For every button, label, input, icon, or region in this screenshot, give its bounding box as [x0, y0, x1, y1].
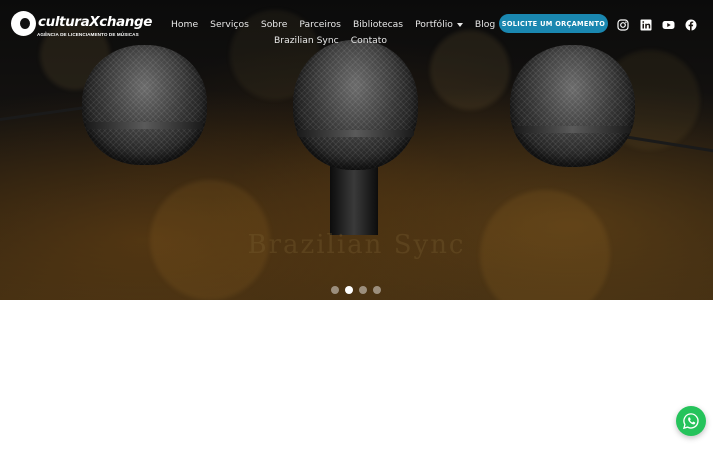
nav-item-home[interactable]: Home [165, 19, 204, 30]
hero-title: Brazilian Sync [247, 230, 466, 260]
nav-row: Brazilian Sync Contato [165, 32, 485, 49]
logo-text: culturaXchange [38, 14, 153, 30]
nav-item-portfolio-label: Portfólio [415, 19, 453, 30]
slider-dot-3[interactable] [359, 286, 367, 294]
nav-item-contato[interactable]: Contato [345, 35, 393, 46]
nav-item-parceiros[interactable]: Parceiros [293, 19, 347, 30]
nav-item-portfolio[interactable]: Portfólio [409, 19, 469, 30]
whatsapp-icon [682, 413, 699, 430]
nav-row: Home Serviços Sobre Parceiros Biblioteca… [165, 16, 495, 33]
request-quote-button[interactable]: SOLICITE UM ORÇAMENTO [499, 14, 608, 33]
logo-tagline: AGÊNCIA DE LICENCIAMENTO DE MÚSICAS [37, 32, 139, 37]
chevron-down-icon [456, 22, 463, 27]
facebook-icon[interactable] [685, 16, 697, 31]
logo-mark-icon [11, 11, 36, 36]
logo[interactable]: culturaXchange AGÊNCIA DE LICENCIAMENTO … [11, 11, 152, 39]
nav-item-servicos[interactable]: Serviços [204, 19, 255, 30]
nav-item-bibliotecas[interactable]: Bibliotecas [347, 19, 409, 30]
slider-dot-2[interactable] [345, 286, 353, 294]
slider-pagination [331, 286, 381, 294]
linkedin-icon[interactable] [640, 16, 652, 31]
youtube-icon[interactable] [662, 16, 675, 29]
slider-dot-4[interactable] [373, 286, 381, 294]
nav-item-brazilian-sync[interactable]: Brazilian Sync [268, 35, 345, 46]
whatsapp-chat-button[interactable] [676, 406, 706, 436]
instagram-icon[interactable] [617, 16, 629, 31]
nav-item-blog[interactable]: Blog [469, 19, 501, 30]
main-nav: Home Serviços Sobre Parceiros Biblioteca… [165, 16, 495, 49]
nav-item-sobre[interactable]: Sobre [255, 19, 294, 30]
slider-dot-1[interactable] [331, 286, 339, 294]
